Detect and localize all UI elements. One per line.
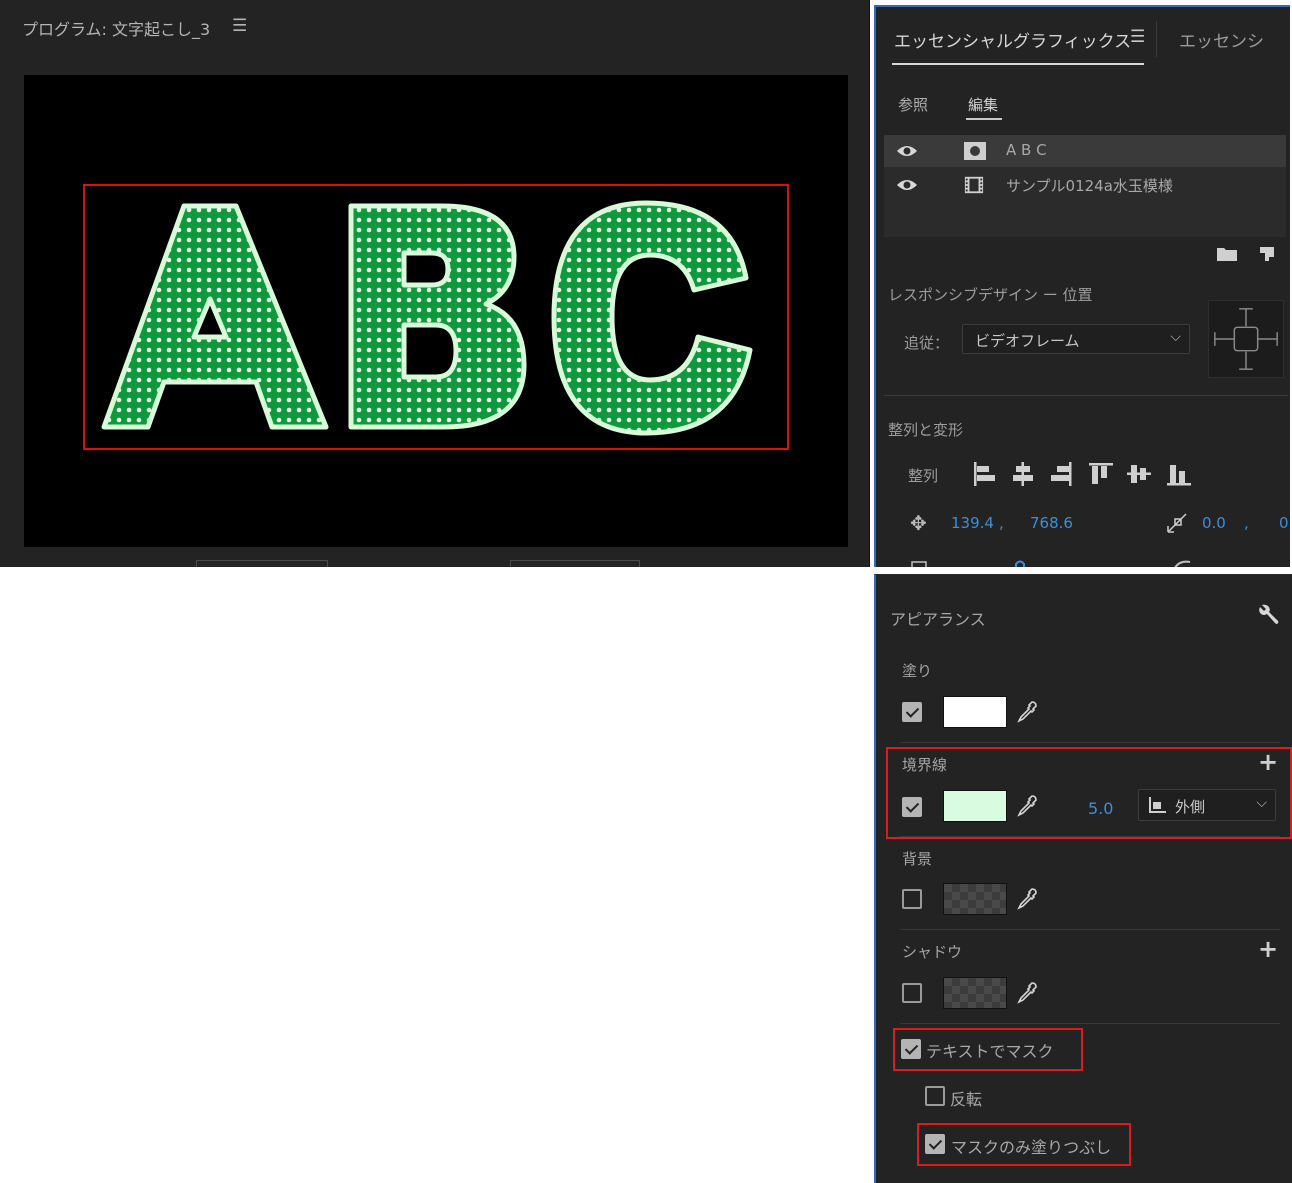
eyedropper-icon[interactable]: [1016, 887, 1038, 911]
section-divider: [900, 742, 1280, 743]
panel-menu-icon[interactable]: ☰: [1130, 27, 1145, 47]
invert-label[interactable]: 反転: [950, 1086, 982, 1110]
align-horizontal-center-icon[interactable]: [1010, 460, 1036, 488]
follow-dropdown-value: ビデオフレーム: [975, 332, 1080, 350]
stroke-width-value[interactable]: 5.0: [1088, 799, 1113, 818]
position-y-value[interactable]: 768.6: [1030, 514, 1073, 532]
add-shadow-plus-icon[interactable]: +: [1258, 937, 1278, 961]
wrench-icon[interactable]: [1256, 603, 1280, 627]
text-selection-bounding-box[interactable]: [83, 184, 789, 450]
section-divider: [900, 836, 1280, 837]
stroke-outside-icon: [1149, 797, 1166, 813]
anchor-point-icon: [1167, 513, 1187, 533]
appearance-title: アピアランス: [890, 610, 986, 629]
essential-graphics-panel: エッセンシャルグラフィックス ☰ エッセンシ 参照 編集 A B C サンプル0…: [874, 5, 1290, 567]
text-layer-icon: [964, 142, 986, 160]
hamburger-menu-icon[interactable]: ☰: [232, 16, 247, 36]
layer-row-text[interactable]: A B C: [884, 135, 1286, 167]
chevron-down-icon: ⌵: [1256, 795, 1267, 811]
stroke-checkbox[interactable]: [902, 797, 922, 817]
monitor-control-right[interactable]: [510, 560, 640, 567]
align-vertical-center-icon[interactable]: [1126, 460, 1152, 488]
tab-essential-sound[interactable]: エッセンシ: [1179, 27, 1264, 52]
fill-checkbox[interactable]: [902, 702, 922, 722]
section-divider: [900, 929, 1280, 930]
align-top-icon[interactable]: [1088, 460, 1114, 488]
anchor-separator: ,: [1244, 514, 1249, 532]
fill-label: 塗り: [902, 662, 933, 680]
align-label: 整列: [908, 467, 939, 485]
align-transform-title: 整列と変形: [888, 421, 964, 439]
add-stroke-plus-icon[interactable]: +: [1258, 750, 1278, 774]
scale-rotation-row-cut: [896, 555, 1276, 567]
subtab-browse[interactable]: 参照: [898, 94, 928, 115]
section-divider: [900, 1023, 1280, 1024]
eyedropper-icon[interactable]: [1016, 981, 1038, 1005]
pin-to-edges-widget[interactable]: [1208, 300, 1284, 378]
shadow-color-swatch[interactable]: [943, 977, 1007, 1009]
stroke-color-swatch[interactable]: [943, 790, 1007, 822]
position-separator: ,: [999, 514, 1004, 532]
invert-checkbox[interactable]: [925, 1086, 945, 1106]
shadow-label: シャドウ: [902, 943, 963, 961]
position-x-value[interactable]: 139.4: [951, 514, 994, 532]
layer-list: A B C サンプル0124a水玉模様: [884, 135, 1286, 237]
fill-mask-only-label[interactable]: マスクのみ塗りつぶし: [951, 1134, 1111, 1158]
chevron-down-icon: ⌵: [1170, 329, 1181, 345]
active-tab-underline: [892, 63, 1144, 65]
eye-icon[interactable]: [896, 144, 918, 158]
fill-mask-only-checkbox[interactable]: [925, 1134, 945, 1154]
stroke-label: 境界線: [902, 756, 948, 774]
stroke-position-value: 外側: [1175, 798, 1206, 816]
appearance-panel: アピアランス 塗り 境界線 + 5.0 外側 ⌵ 背景 シャドウ + テキストで…: [874, 574, 1292, 1183]
eyedropper-icon[interactable]: [1016, 700, 1038, 724]
responsive-design-title: レスポンシブデザイン ー 位置: [888, 286, 1093, 304]
new-layer-icon[interactable]: [1258, 245, 1276, 263]
subtab-edit-underline: [966, 118, 1002, 120]
tab-essential-graphics[interactable]: エッセンシャルグラフィックス: [894, 27, 1131, 52]
stroke-position-dropdown[interactable]: 外側 ⌵: [1138, 789, 1276, 821]
layer-name: A B C: [1006, 141, 1047, 159]
subtab-edit[interactable]: 編集: [968, 94, 998, 115]
layer-name: サンプル0124a水玉模様: [1006, 177, 1173, 195]
background-checkbox[interactable]: [902, 889, 922, 909]
move-arrows-icon: ✥: [910, 511, 927, 535]
layer-row-clip[interactable]: サンプル0124a水玉模様: [884, 169, 1286, 201]
follow-dropdown[interactable]: ビデオフレーム ⌵: [962, 324, 1190, 354]
program-monitor-panel: プログラム: 文字起こし_3 ☰: [0, 0, 870, 567]
align-right-icon[interactable]: [1048, 460, 1074, 488]
follow-label: 追従：: [904, 334, 950, 352]
background-color-swatch[interactable]: [943, 883, 1007, 915]
monitor-control-left[interactable]: [196, 560, 328, 567]
align-bottom-icon[interactable]: [1166, 460, 1192, 488]
new-group-folder-icon[interactable]: [1216, 245, 1238, 263]
film-clip-icon: [964, 176, 984, 194]
anchor-y-value[interactable]: 0: [1279, 514, 1289, 532]
eye-icon[interactable]: [896, 178, 918, 192]
section-divider: [884, 395, 1288, 396]
mask-with-text-label[interactable]: テキストでマスク: [926, 1038, 1054, 1062]
fill-color-swatch[interactable]: [943, 696, 1007, 728]
align-left-icon[interactable]: [972, 460, 998, 488]
tab-separator: [1156, 21, 1157, 57]
shadow-checkbox[interactable]: [902, 983, 922, 1003]
eyedropper-icon[interactable]: [1016, 794, 1038, 818]
program-monitor-title[interactable]: プログラム: 文字起こし_3: [22, 16, 210, 40]
anchor-x-value[interactable]: 0.0: [1202, 514, 1226, 532]
background-label: 背景: [902, 850, 933, 868]
mask-with-text-checkbox[interactable]: [901, 1039, 921, 1059]
